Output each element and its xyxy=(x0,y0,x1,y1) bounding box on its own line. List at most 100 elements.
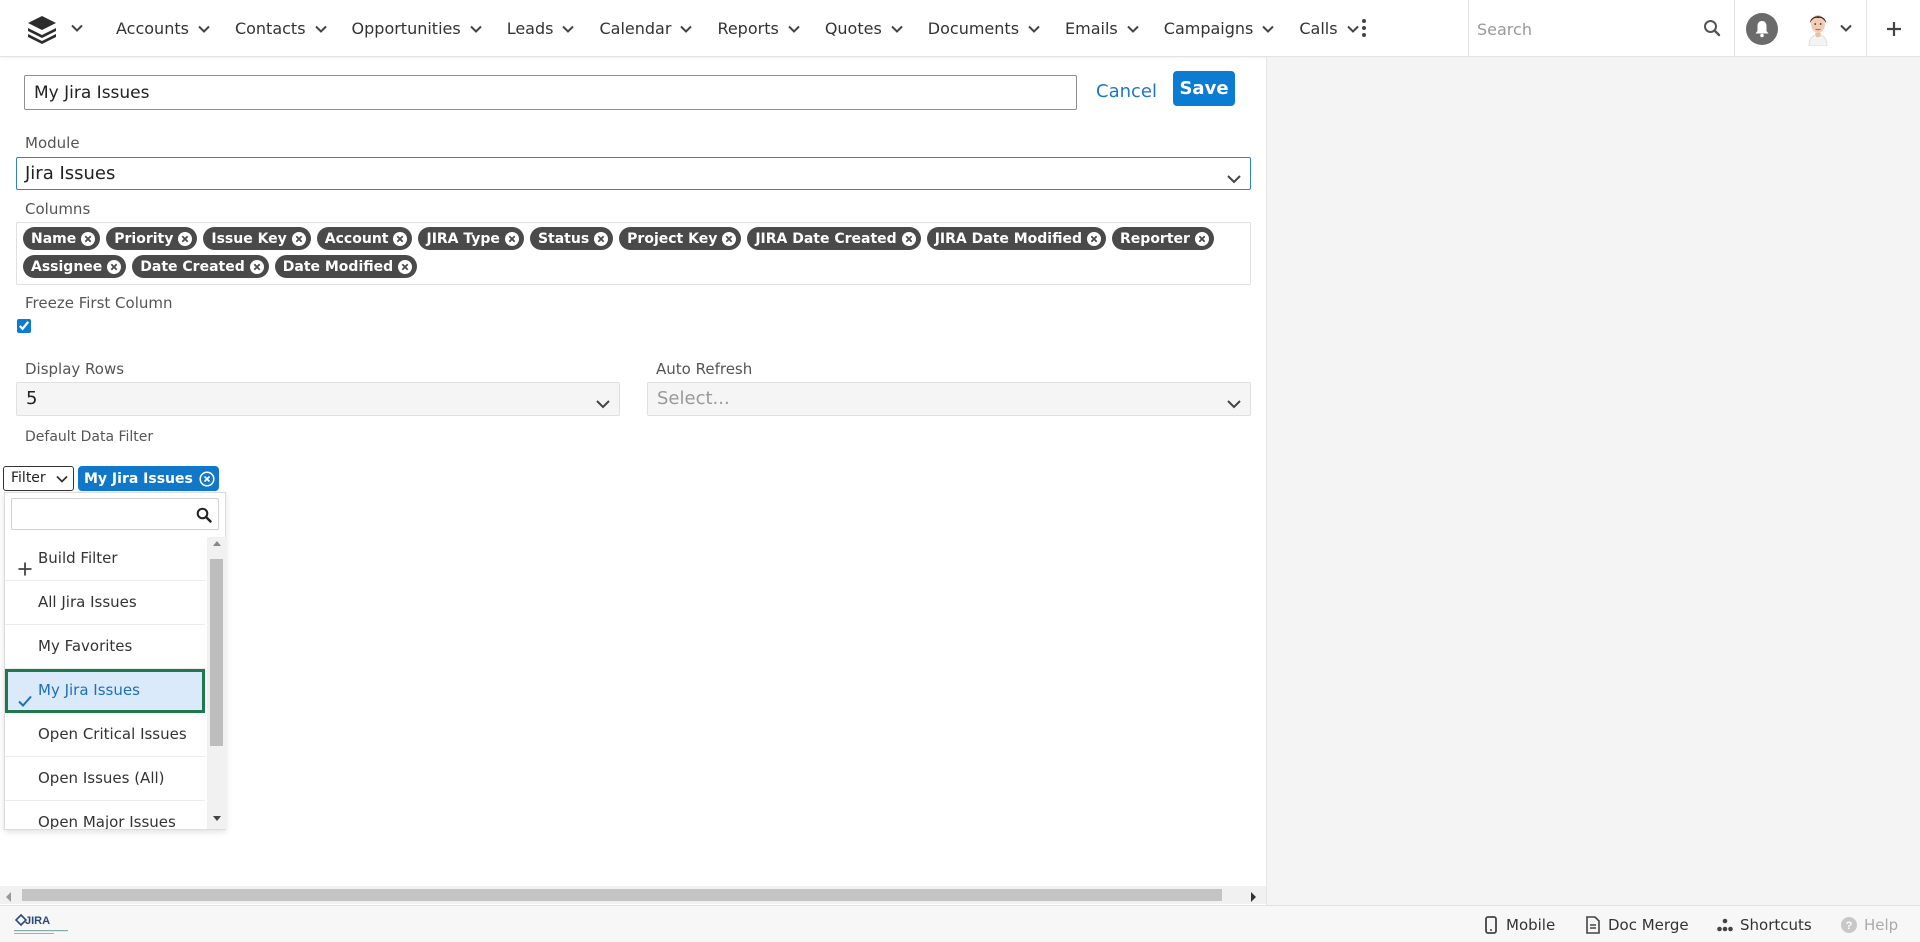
nav-item-documents[interactable]: Documents xyxy=(916,0,1053,57)
search-icon xyxy=(196,507,212,523)
remove-icon[interactable] xyxy=(901,231,917,247)
app-logo-icon[interactable] xyxy=(24,12,60,46)
app-menu-chevron-icon[interactable] xyxy=(68,19,86,37)
svg-text:?: ? xyxy=(1846,920,1853,932)
nav-item-label: Accounts xyxy=(116,19,189,38)
notifications-bell-icon[interactable] xyxy=(1746,13,1778,45)
pill-label: JIRA Date Modified xyxy=(934,230,1083,247)
filter-option-all-jira-issues[interactable]: All Jira Issues xyxy=(5,581,205,625)
horizontal-scrollbar[interactable] xyxy=(0,886,1266,904)
pill-label: Date Modified xyxy=(282,258,394,275)
option-label: All Jira Issues xyxy=(38,593,137,611)
remove-icon[interactable] xyxy=(80,231,96,247)
column-pill-priority: Priority xyxy=(106,227,198,250)
nav-item-leads[interactable]: Leads xyxy=(495,0,588,57)
dropdown-scrollbar[interactable] xyxy=(207,537,226,829)
scroll-left-arrow-icon[interactable] xyxy=(4,889,16,902)
nav-item-reports[interactable]: Reports xyxy=(705,0,812,57)
column-pill-jira-date-modified: JIRA Date Modified xyxy=(926,227,1107,250)
nav-item-label: Quotes xyxy=(824,19,882,38)
display-rows-select[interactable]: 5 xyxy=(16,382,620,416)
preview-panel xyxy=(1266,57,1920,905)
mobile-label: Mobile xyxy=(1506,915,1556,934)
chevron-down-icon xyxy=(55,471,69,485)
filter-dropdown-button[interactable]: Filter xyxy=(3,466,74,491)
doc-merge-link[interactable]: Doc Merge xyxy=(1584,906,1689,942)
column-pill-date-modified: Date Modified xyxy=(274,255,418,278)
chevron-down-icon xyxy=(1226,391,1242,409)
remove-icon[interactable] xyxy=(721,231,737,247)
remove-icon[interactable] xyxy=(397,259,413,275)
mobile-link[interactable]: Mobile xyxy=(1482,906,1555,942)
filter-dropdown-menu: Build Filter All Jira Issues My Favorite… xyxy=(4,492,226,830)
option-label: Build Filter xyxy=(38,549,118,567)
option-label: My Favorites xyxy=(38,637,133,655)
remove-icon[interactable] xyxy=(106,259,122,275)
auto-refresh-select[interactable]: Select... xyxy=(647,382,1251,416)
user-menu-chevron-icon[interactable] xyxy=(1837,19,1855,37)
filter-option-open-critical-issues[interactable]: Open Critical Issues xyxy=(5,713,205,757)
remove-icon[interactable] xyxy=(593,231,609,247)
build-filter-option[interactable]: Build Filter xyxy=(5,537,205,581)
remove-filter-icon[interactable] xyxy=(199,470,215,487)
chevron-down-icon xyxy=(197,22,211,36)
scrollbar-thumb[interactable] xyxy=(210,559,223,746)
pill-label: Assignee xyxy=(31,258,103,275)
chevron-down-icon xyxy=(561,22,575,36)
option-label: Open Critical Issues xyxy=(38,725,187,743)
nav-item-contacts[interactable]: Contacts xyxy=(223,0,340,57)
chevron-down-icon xyxy=(1226,166,1242,184)
filter-option-my-favorites[interactable]: My Favorites xyxy=(5,625,205,669)
jira-footer-logo[interactable]: JIRA xyxy=(12,912,70,938)
search-icon[interactable] xyxy=(1703,19,1721,37)
nav-item-quotes[interactable]: Quotes xyxy=(813,0,916,57)
footer-logo-text: JIRA xyxy=(25,915,50,927)
save-button[interactable]: Save xyxy=(1173,71,1235,106)
help-link[interactable]: ? Help xyxy=(1840,906,1898,942)
scroll-down-arrow-icon[interactable] xyxy=(207,815,226,827)
scroll-right-arrow-icon[interactable] xyxy=(1250,889,1262,902)
column-pill-assignee: Assignee xyxy=(23,255,127,278)
remove-icon[interactable] xyxy=(1194,231,1210,247)
filter-option-my-jira-issues[interactable]: My Jira Issues xyxy=(5,669,205,713)
remove-icon[interactable] xyxy=(177,231,193,247)
filter-search-input[interactable] xyxy=(11,498,219,530)
nav-item-label: Campaigns xyxy=(1163,19,1254,38)
more-menu-icon[interactable] xyxy=(1352,16,1376,40)
chevron-down-icon xyxy=(890,22,904,36)
column-pill-name: Name xyxy=(23,227,101,250)
nav-item-accounts[interactable]: Accounts xyxy=(104,0,223,57)
filter-option-open-issues-all[interactable]: Open Issues (All) xyxy=(5,757,205,801)
scroll-up-arrow-icon[interactable] xyxy=(207,539,226,551)
cancel-button[interactable]: Cancel xyxy=(1096,76,1157,108)
dashlet-title-input[interactable] xyxy=(24,75,1077,110)
remove-icon[interactable] xyxy=(291,231,307,247)
freeze-first-column-checkbox[interactable] xyxy=(17,319,31,333)
nav-item-opportunities[interactable]: Opportunities xyxy=(340,0,495,57)
module-label: Module xyxy=(25,134,80,152)
help-icon: ? xyxy=(1840,916,1858,934)
nav-item-emails[interactable]: Emails xyxy=(1053,0,1152,57)
quick-create-plus-icon[interactable] xyxy=(1866,0,1920,57)
default-data-filter-label: Default Data Filter xyxy=(25,429,154,445)
remove-icon[interactable] xyxy=(249,259,265,275)
scrollbar-thumb[interactable] xyxy=(22,889,1222,901)
pill-label: Priority xyxy=(114,230,174,247)
column-pill-date-created: Date Created xyxy=(132,255,269,278)
columns-label: Columns xyxy=(25,200,91,218)
nav-item-calendar[interactable]: Calendar xyxy=(587,0,705,57)
shortcuts-link[interactable]: Shortcuts xyxy=(1716,906,1812,942)
remove-icon[interactable] xyxy=(1086,231,1102,247)
auto-refresh-placeholder: Select... xyxy=(657,388,730,409)
option-label: Open Major Issues xyxy=(38,813,176,829)
user-avatar[interactable] xyxy=(1803,10,1833,47)
module-select-value: Jira Issues xyxy=(25,163,116,184)
columns-multiselect[interactable]: Name Priority Issue Key Account JIRA Typ… xyxy=(16,222,1251,285)
remove-icon[interactable] xyxy=(392,231,408,247)
filter-option-open-major-issues[interactable]: Open Major Issues xyxy=(5,801,205,829)
module-select[interactable]: Jira Issues xyxy=(16,157,1251,190)
search-input[interactable] xyxy=(1477,16,1687,42)
pill-label: Reporter xyxy=(1120,230,1190,247)
nav-item-campaigns[interactable]: Campaigns xyxy=(1152,0,1288,57)
remove-icon[interactable] xyxy=(504,231,520,247)
